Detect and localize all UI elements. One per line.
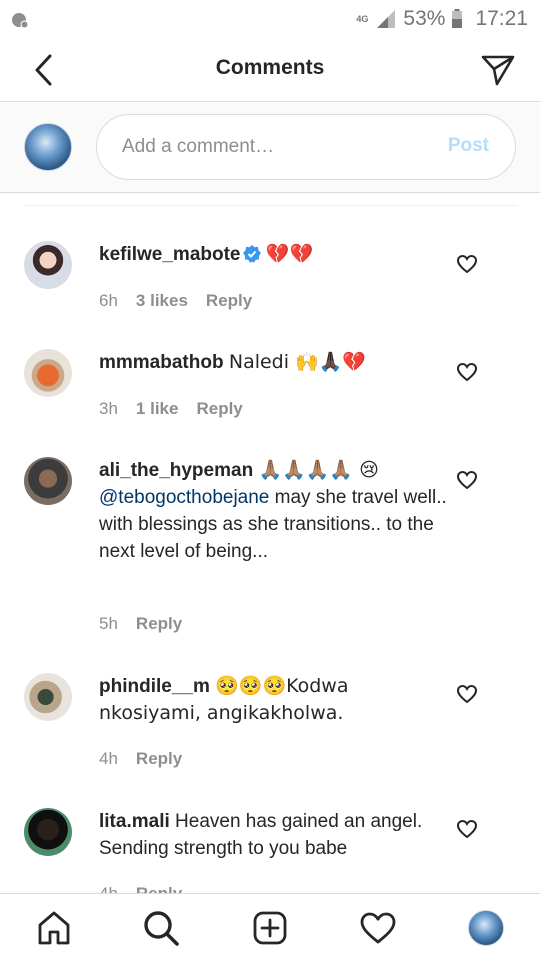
comment-meta: 5h Reply bbox=[99, 614, 182, 634]
avatar[interactable] bbox=[24, 241, 72, 289]
heart-outline-icon[interactable] bbox=[456, 469, 478, 491]
bottom-nav bbox=[0, 893, 540, 960]
settings-badge-icon bbox=[12, 13, 29, 29]
comment-emoji: 🙏🏽🙏🏽🙏🏽🙏🏽 😢 bbox=[258, 459, 379, 481]
paper-plane-icon bbox=[481, 55, 515, 86]
network-label: 4G bbox=[356, 14, 369, 24]
nav-create[interactable] bbox=[250, 908, 290, 948]
battery-percent: 53% bbox=[403, 7, 446, 30]
profile-avatar bbox=[468, 910, 504, 946]
comment-composer: Add a comment… Post bbox=[0, 103, 540, 193]
post-button[interactable]: Post bbox=[448, 135, 489, 157]
heart-outline-icon[interactable] bbox=[456, 683, 478, 705]
comment-time: 3h bbox=[99, 399, 118, 418]
nav-search[interactable] bbox=[141, 908, 181, 948]
avatar[interactable] bbox=[24, 808, 72, 856]
heart-outline-icon[interactable] bbox=[456, 818, 478, 840]
page-title: Comments bbox=[215, 56, 325, 79]
comment-input-placeholder: Add a comment… bbox=[122, 136, 275, 157]
heart-outline-icon[interactable] bbox=[456, 361, 478, 383]
heart-icon bbox=[360, 912, 396, 944]
heart-outline-icon[interactable] bbox=[456, 253, 478, 275]
reply-button[interactable]: Reply bbox=[196, 399, 242, 419]
status-bar: 4G 53% 17:21 bbox=[0, 0, 540, 38]
comment-body: lita.mali Heaven has gained an angel. Se… bbox=[99, 808, 449, 862]
avatar bbox=[24, 123, 72, 171]
signal-icon bbox=[377, 10, 396, 28]
comment-likes[interactable]: 1 like bbox=[136, 399, 179, 419]
comment-username[interactable]: ali_the_hypeman bbox=[99, 460, 253, 481]
nav-activity[interactable] bbox=[358, 908, 398, 948]
comment-username[interactable]: kefilwe_mabote bbox=[99, 244, 241, 265]
comment-body: ali_the_hypeman 🙏🏽🙏🏽🙏🏽🙏🏽 😢 @tebogocthobe… bbox=[99, 457, 449, 565]
nav-home[interactable] bbox=[34, 908, 74, 948]
comment-likes[interactable]: 3 likes bbox=[136, 291, 188, 311]
header: Comments bbox=[0, 38, 540, 102]
avatar[interactable] bbox=[24, 457, 72, 505]
comment-text: 💔💔 bbox=[265, 243, 314, 265]
comment-time: 5h bbox=[99, 614, 118, 633]
reply-button[interactable]: Reply bbox=[136, 614, 182, 634]
comment-username[interactable]: lita.mali bbox=[99, 811, 170, 832]
comment-time: 6h bbox=[99, 291, 118, 310]
status-right: 4G 53% 17:21 bbox=[355, 6, 528, 32]
comment-username[interactable]: mmmabathob bbox=[99, 352, 224, 373]
comment-meta: 4h Reply bbox=[99, 749, 182, 769]
comment-body: phindile__m 🥺🥺🥺Kodwa nkosiyami, angikakh… bbox=[99, 673, 449, 727]
comment-username[interactable]: phindile__m bbox=[99, 676, 210, 697]
verified-badge-icon bbox=[242, 245, 261, 263]
mention-link[interactable]: @tebogocthobejane bbox=[99, 487, 269, 508]
divider bbox=[24, 205, 518, 206]
battery-icon bbox=[452, 9, 463, 28]
avatar[interactable] bbox=[24, 673, 72, 721]
comment-body: mmmabathob Naledi 🙌🙏🏿💔 bbox=[99, 349, 449, 376]
search-icon bbox=[144, 911, 179, 946]
plus-square-icon bbox=[253, 911, 287, 945]
comment-body: kefilwe_mabote 💔💔 bbox=[99, 241, 449, 268]
comment-time: 4h bbox=[99, 749, 118, 768]
clock: 17:21 bbox=[475, 7, 528, 30]
avatar[interactable] bbox=[24, 349, 72, 397]
share-button[interactable] bbox=[478, 50, 518, 90]
comment-meta: 3h 1 like Reply bbox=[99, 399, 243, 419]
comment-text: Naledi 🙌🙏🏿💔 bbox=[228, 351, 367, 373]
reply-button[interactable]: Reply bbox=[206, 291, 252, 311]
reply-button[interactable]: Reply bbox=[136, 749, 182, 769]
nav-profile[interactable] bbox=[466, 908, 506, 948]
comment-meta: 6h 3 likes Reply bbox=[99, 291, 252, 311]
home-icon bbox=[38, 911, 70, 945]
comment-input[interactable]: Add a comment… Post bbox=[96, 114, 516, 180]
